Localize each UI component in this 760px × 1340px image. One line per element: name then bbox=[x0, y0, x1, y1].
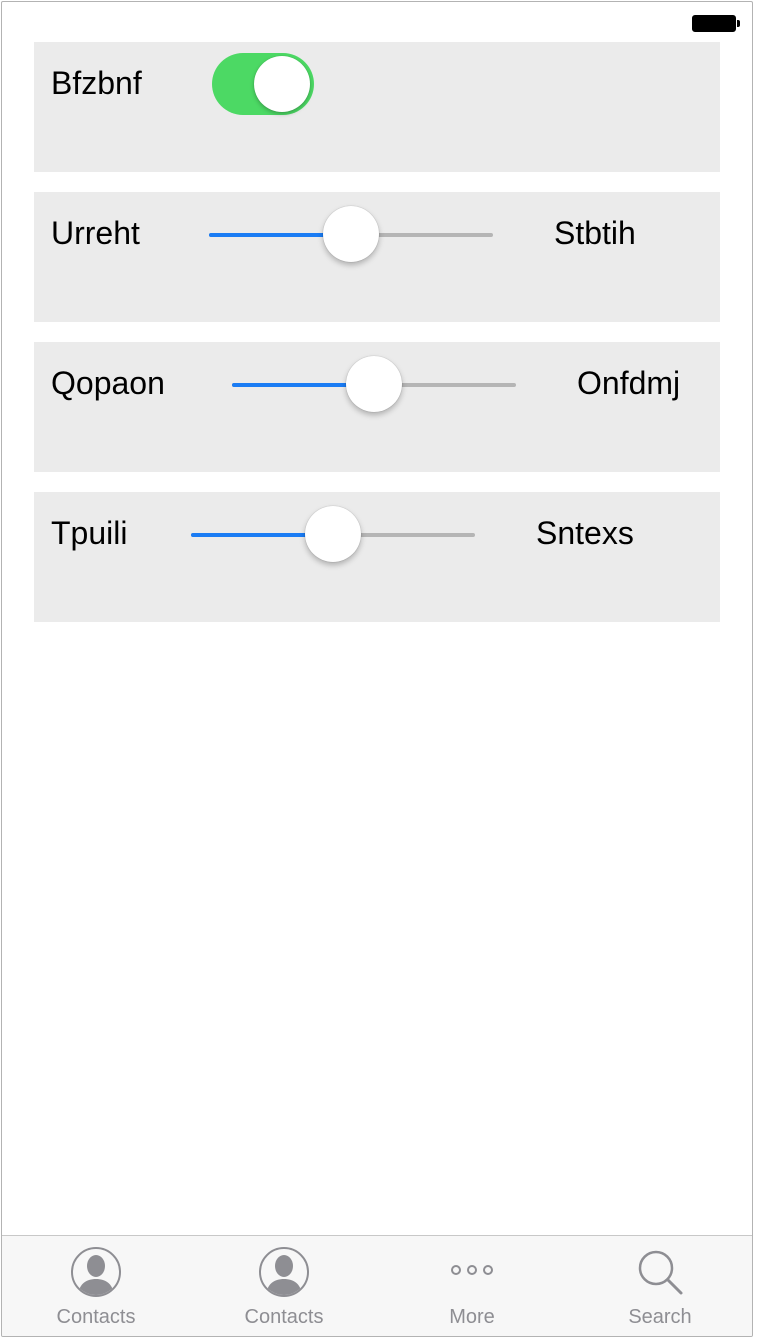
tab-label: Search bbox=[628, 1306, 692, 1328]
tab-more[interactable]: More bbox=[378, 1236, 566, 1336]
search-icon bbox=[634, 1246, 686, 1303]
more-icon bbox=[446, 1246, 498, 1303]
tab-label: Contacts bbox=[56, 1306, 136, 1328]
settings-row-slider: Tpuili Sntexs bbox=[34, 492, 720, 622]
settings-row-slider: Urreht Stbtih bbox=[34, 192, 720, 322]
settings-row-slider: Qopaon Onfdmj bbox=[34, 342, 720, 472]
row-label: Urreht bbox=[51, 215, 140, 251]
contact-icon bbox=[70, 1246, 122, 1303]
slider-value-label: Stbtih bbox=[554, 215, 636, 251]
battery-icon bbox=[692, 15, 736, 32]
tab-label: More bbox=[449, 1306, 495, 1328]
contact-icon bbox=[258, 1246, 310, 1303]
row-label: Tpuili bbox=[51, 515, 128, 551]
settings-row-toggle: Bfzbnf bbox=[34, 42, 720, 172]
slider[interactable] bbox=[191, 505, 475, 565]
toggle-switch[interactable] bbox=[212, 53, 314, 115]
slider-value-label: Onfdmj bbox=[577, 365, 681, 401]
slider-thumb[interactable] bbox=[305, 506, 361, 562]
toggle-knob bbox=[254, 56, 310, 112]
slider[interactable] bbox=[209, 205, 493, 265]
tab-contacts[interactable]: Contacts bbox=[2, 1236, 190, 1336]
row-label: Bfzbnf bbox=[51, 65, 142, 101]
tab-search[interactable]: Search bbox=[566, 1236, 752, 1336]
slider-thumb[interactable] bbox=[323, 206, 379, 262]
slider[interactable] bbox=[232, 355, 516, 415]
row-label: Qopaon bbox=[51, 365, 165, 401]
tab-contacts[interactable]: Contacts bbox=[190, 1236, 378, 1336]
battery-tip bbox=[737, 20, 740, 27]
phone-screen: Bfzbnf Urreht Stbtih Qopaon Onfdmj Tpuil… bbox=[1, 1, 753, 1337]
slider-value-label: Sntexs bbox=[536, 515, 634, 551]
slider-thumb[interactable] bbox=[346, 356, 402, 412]
tab-bar: Contacts Contacts More Search bbox=[2, 1235, 752, 1336]
tab-label: Contacts bbox=[244, 1306, 324, 1328]
